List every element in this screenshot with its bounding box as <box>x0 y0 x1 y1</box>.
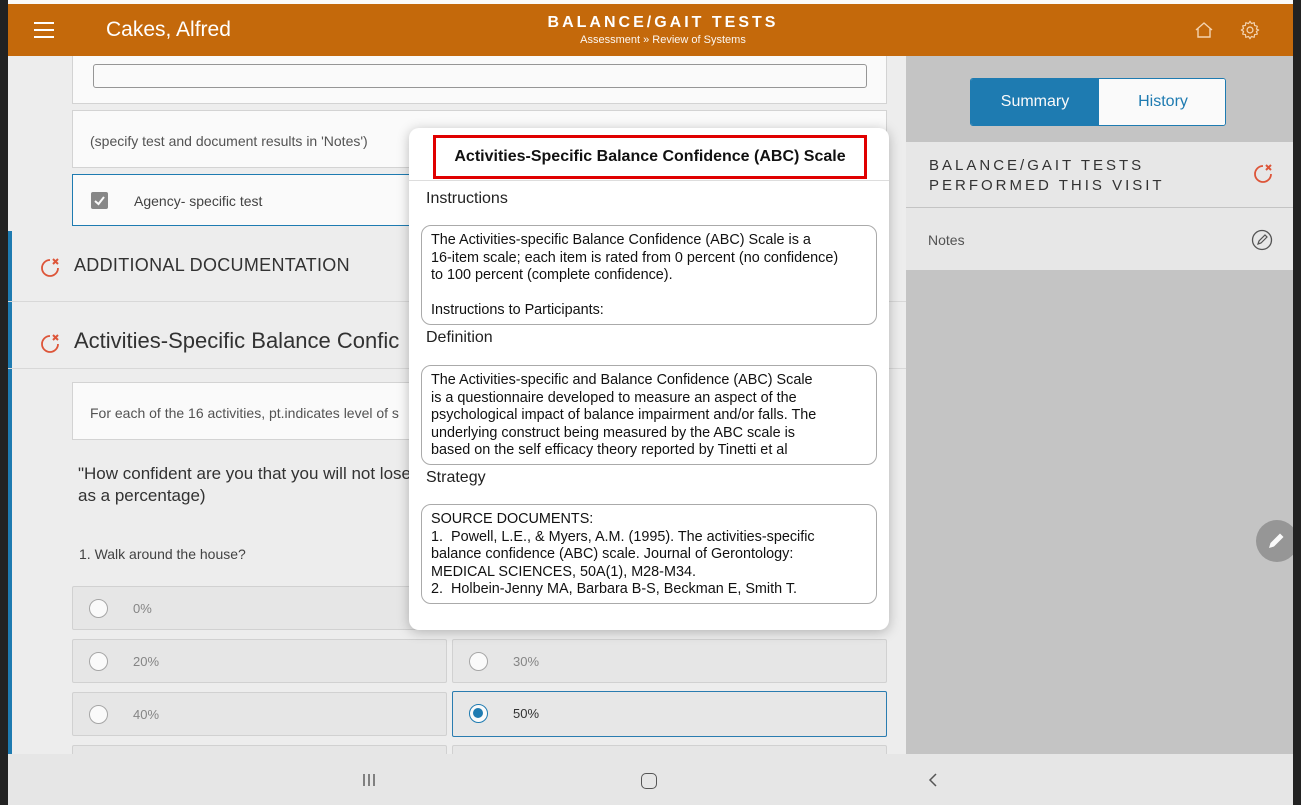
gear-icon[interactable] <box>1239 19 1261 41</box>
patient-name: Cakes, Alfred <box>106 18 231 41</box>
definition-label: Definition <box>426 329 493 346</box>
system-nav-bar <box>8 754 1293 805</box>
abc-info-dialog: Activities-Specific Balance Confidence (… <box>409 128 889 630</box>
nav-home-icon[interactable] <box>641 773 657 789</box>
instructions-label: Instructions <box>426 190 508 207</box>
strategy-label: Strategy <box>426 469 486 486</box>
app-header: Cakes, Alfred BALANCE/GAIT TESTS Assessm… <box>8 4 1293 56</box>
menu-icon[interactable] <box>34 22 54 38</box>
page-title: BALANCE/GAIT TESTS <box>547 14 779 31</box>
home-icon[interactable] <box>1194 20 1214 40</box>
dialog-divider <box>409 180 889 181</box>
strategy-text-box[interactable]: SOURCE DOCUMENTS: 1. Powell, L.E., & Mye… <box>421 504 877 604</box>
breadcrumb[interactable]: Assessment » Review of Systems <box>448 34 878 46</box>
definition-text-box[interactable]: The Activities-specific and Balance Conf… <box>421 365 877 465</box>
page-title-block: BALANCE/GAIT TESTS Assessment » Review o… <box>448 14 878 46</box>
instructions-text-box[interactable]: The Activities-specific Balance Confiden… <box>421 225 877 325</box>
app-frame: Cakes, Alfred BALANCE/GAIT TESTS Assessm… <box>8 0 1293 805</box>
nav-recent-icon[interactable] <box>361 772 377 788</box>
dialog-title: Activities-Specific Balance Confidence (… <box>433 135 867 179</box>
nav-back-icon[interactable] <box>926 771 940 789</box>
